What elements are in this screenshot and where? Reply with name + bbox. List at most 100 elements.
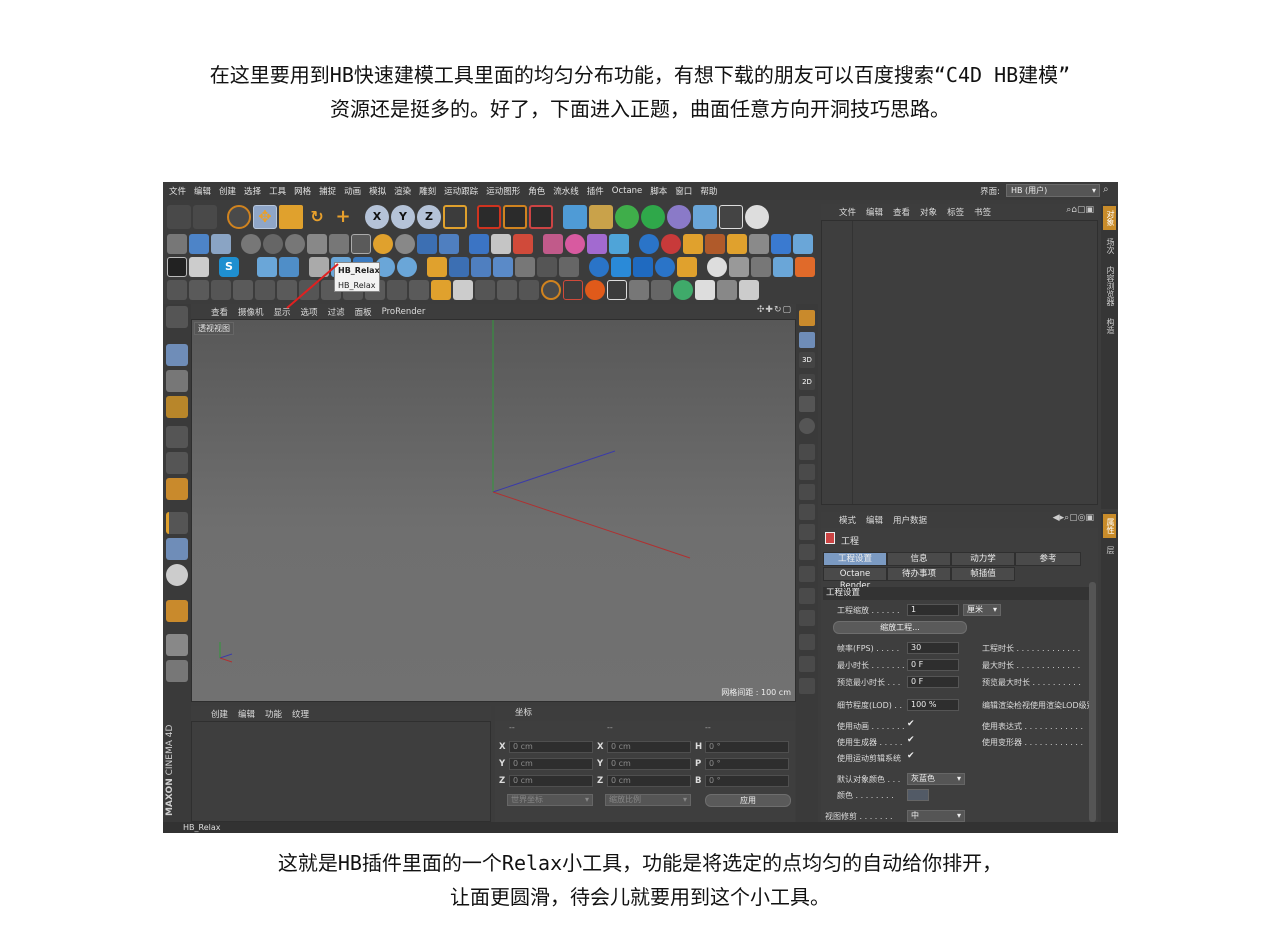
hb-tool-icon[interactable] (707, 256, 727, 277)
min-time-field[interactable]: 0 F (907, 659, 959, 671)
pos-z-field[interactable]: 0 cm (509, 775, 593, 787)
hb-tool-icon[interactable] (751, 256, 771, 277)
subdivision-icon[interactable] (615, 204, 639, 229)
viewport-nav-icons[interactable]: ✣✚↻▢ (757, 305, 792, 315)
edges-mode-icon[interactable] (166, 452, 188, 474)
am-menu-userdata[interactable]: 用户数据 (893, 514, 927, 526)
hb-tool-icon[interactable] (189, 256, 209, 277)
hb-tool-icon[interactable] (739, 279, 759, 300)
points-mode-icon[interactable] (166, 426, 188, 448)
menu-file[interactable]: 文件 (169, 185, 186, 197)
hb-tool-icon[interactable] (373, 233, 393, 254)
fps-field[interactable]: 30 (907, 642, 959, 654)
snap-icon[interactable] (799, 656, 815, 672)
mat-menu-function[interactable]: 功能 (265, 708, 282, 720)
live-selection-icon[interactable]: + (331, 205, 355, 229)
hb-tool-icon[interactable] (609, 233, 629, 254)
snap-icon[interactable] (799, 464, 815, 480)
hb-tool-icon[interactable] (515, 256, 535, 277)
hb-tool-icon[interactable] (519, 279, 539, 300)
hb-tool-icon[interactable] (655, 256, 675, 277)
size-z-field[interactable]: 0 cm (607, 775, 691, 787)
scale-mode-select[interactable]: 缩放比例 (605, 794, 691, 806)
hb-tool-icon[interactable] (633, 256, 653, 277)
menu-motion-tracking[interactable]: 运动跟踪 (444, 185, 478, 197)
tab-frame-interpolation[interactable]: 帧插值 (951, 567, 1015, 581)
move-tool-icon[interactable]: ✥ (253, 204, 277, 229)
menu-help[interactable]: 帮助 (700, 185, 717, 197)
cloner-icon[interactable] (641, 204, 665, 229)
hb-tool-icon[interactable] (651, 279, 671, 300)
tab-reference[interactable]: 参考 (1015, 552, 1081, 566)
viewport-menu-prorender[interactable]: ProRender (382, 307, 426, 317)
hb-tool-icon[interactable] (773, 256, 793, 277)
hb-tool-icon[interactable] (395, 233, 415, 254)
hb-tool-icon[interactable] (565, 233, 585, 254)
size-y-field[interactable]: 0 cm (607, 758, 691, 770)
project-scale-unit[interactable]: 厘米 (963, 604, 1001, 616)
make-editable-icon[interactable] (166, 306, 188, 328)
snap-icon[interactable] (799, 418, 815, 434)
size-x-field[interactable]: 0 cm (607, 741, 691, 753)
om-menu-objects[interactable]: 对象 (920, 206, 937, 218)
mat-menu-edit[interactable]: 编辑 (238, 708, 255, 720)
project-scale-field[interactable]: 1 (907, 604, 959, 616)
hb-tool-icon[interactable] (611, 256, 631, 277)
hb-tool-icon[interactable] (453, 279, 473, 300)
color-swatch[interactable] (907, 789, 929, 801)
default-object-color-select[interactable]: 灰蓝色 (907, 773, 965, 785)
menu-script[interactable]: 脚本 (650, 185, 667, 197)
tab-dynamics[interactable]: 动力学 (951, 552, 1015, 566)
axis-mode-icon[interactable] (166, 512, 188, 534)
hb-tool-icon[interactable] (241, 233, 261, 254)
hb-tool-icon[interactable] (513, 233, 533, 254)
hb-tool-icon[interactable] (397, 256, 417, 277)
model-mode-icon[interactable] (166, 344, 188, 366)
hb-tool-icon[interactable] (629, 279, 649, 300)
snap-2d-icon[interactable]: 2D (799, 374, 815, 390)
y-axis-lock-icon[interactable]: Y (391, 204, 415, 229)
hb-tool-icon[interactable] (795, 256, 815, 277)
viewport-menu-view[interactable]: 查看 (211, 306, 228, 318)
menu-plugins[interactable]: 插件 (587, 185, 604, 197)
tab-content-browser[interactable]: 内容浏览器 (1103, 262, 1116, 310)
hb-tool-icon[interactable] (677, 256, 697, 277)
hb-tool-icon[interactable] (543, 233, 563, 254)
om-menu-edit[interactable]: 编辑 (866, 206, 883, 218)
deformer-icon[interactable] (667, 204, 691, 229)
select-arrow-icon[interactable] (227, 204, 251, 229)
hb-tool-icon[interactable] (329, 233, 349, 254)
object-manager-list[interactable] (821, 220, 1098, 505)
tab-todo[interactable]: 待办事项 (887, 567, 951, 581)
snap-3d-icon[interactable]: 3D (799, 352, 815, 368)
tab-layers[interactable]: 层 (1103, 542, 1116, 558)
lock-workplane-icon[interactable] (166, 634, 188, 656)
polygons-mode-icon[interactable] (166, 478, 188, 500)
hb-tool-icon[interactable] (189, 233, 209, 254)
menu-select[interactable]: 选择 (244, 185, 261, 197)
menu-pipeline[interactable]: 流水线 (553, 185, 579, 197)
tab-attributes[interactable]: 属性 (1103, 514, 1116, 538)
hb-tool-icon[interactable] (585, 279, 605, 300)
solo-mode-icon[interactable] (166, 564, 188, 586)
snap-icon[interactable] (799, 588, 815, 604)
viewport-menu-panel[interactable]: 面板 (355, 306, 372, 318)
hb-tool-icon[interactable] (471, 256, 491, 277)
rotate-tool-icon[interactable]: ↻ (305, 205, 329, 229)
hb-tool-icon[interactable] (559, 256, 579, 277)
hb-tool-icon[interactable] (351, 233, 371, 254)
hb-tool-icon[interactable] (695, 279, 715, 300)
hb-tool-icon[interactable] (475, 279, 495, 300)
hb-tool-icon[interactable] (683, 233, 703, 254)
menu-sculpt[interactable]: 雕刻 (419, 185, 436, 197)
hb-tool-icon[interactable] (537, 256, 557, 277)
tab-info[interactable]: 信息 (887, 552, 951, 566)
floor-icon[interactable] (693, 204, 717, 229)
menu-mograph[interactable]: 运动图形 (486, 185, 520, 197)
hb-tool-icon[interactable] (257, 256, 277, 277)
hb-tool-icon[interactable] (167, 233, 187, 254)
texture-mode-icon[interactable] (166, 370, 188, 392)
menu-character[interactable]: 角色 (528, 185, 545, 197)
menu-mesh[interactable]: 网格 (294, 185, 311, 197)
hb-tool-icon[interactable] (587, 233, 607, 254)
